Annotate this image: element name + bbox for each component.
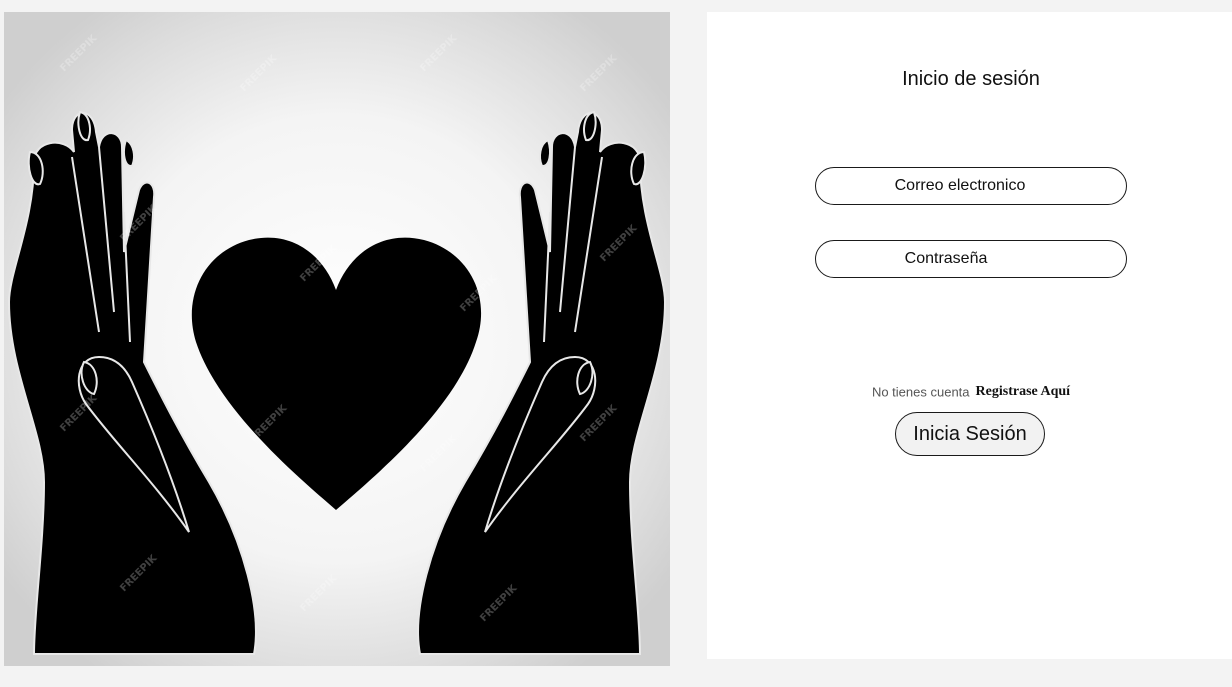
login-panel: Inicio de sesión No tienes cuenta Registr… bbox=[707, 12, 1232, 659]
hero-image: FREEPIK FREEPIK FREEPIK FREEPIK FREEPIK … bbox=[4, 12, 670, 666]
no-account-text: No tienes cuenta bbox=[871, 384, 970, 400]
login-page: FREEPIK FREEPIK FREEPIK FREEPIK FREEPIK … bbox=[0, 0, 1232, 687]
email-field[interactable] bbox=[815, 167, 1127, 205]
login-button[interactable]: Inicia Sesión bbox=[895, 412, 1045, 456]
password-field[interactable] bbox=[815, 240, 1127, 278]
hands-holding-heart-icon: FREEPIK FREEPIK FREEPIK FREEPIK FREEPIK … bbox=[4, 12, 670, 666]
register-link[interactable]: Registrase Aquí bbox=[976, 384, 1071, 399]
page-title: Inicio de sesión bbox=[902, 68, 1040, 90]
register-prompt: No tienes cuenta Registrase Aquí bbox=[707, 384, 1232, 400]
